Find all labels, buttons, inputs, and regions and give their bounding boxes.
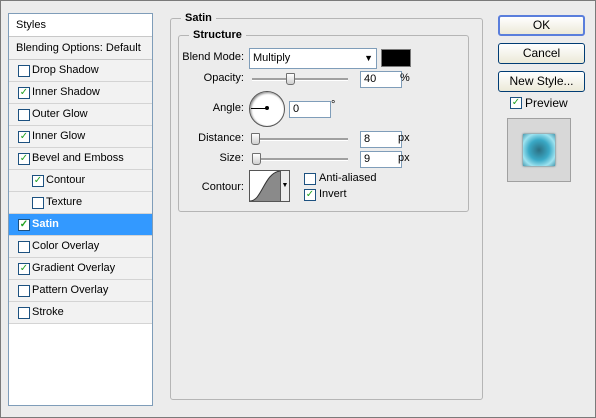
- style-item-contour[interactable]: ✓ Contour: [9, 170, 152, 192]
- style-preview: [507, 118, 571, 182]
- opacity-unit: %: [400, 72, 410, 84]
- style-item-checkbox[interactable]: [18, 241, 30, 253]
- style-item-gradient-overlay[interactable]: ✓ Gradient Overlay: [9, 258, 152, 280]
- blending-options-item[interactable]: Blending Options: Default: [9, 37, 152, 60]
- distance-label: Distance:: [198, 132, 244, 144]
- contour-dropdown-arrow-icon[interactable]: ▼: [280, 170, 290, 202]
- style-item-checkbox[interactable]: [18, 307, 30, 319]
- style-item-checkbox[interactable]: [32, 197, 44, 209]
- opacity-label: Opacity:: [203, 72, 244, 84]
- distance-slider-thumb[interactable]: [250, 133, 260, 145]
- ok-button[interactable]: OK: [498, 15, 585, 36]
- structure-group-title: Structure: [189, 29, 246, 41]
- satin-group-title: Satin: [181, 12, 216, 24]
- style-item-label: Bevel and Emboss: [32, 152, 124, 164]
- style-item-checkbox[interactable]: [18, 109, 30, 121]
- size-slider-track[interactable]: [252, 158, 348, 161]
- style-item-inner-glow[interactable]: ✓ Inner Glow: [9, 126, 152, 148]
- contour-curve-icon[interactable]: [249, 170, 281, 202]
- distance-unit: px: [398, 132, 410, 144]
- style-item-checkbox[interactable]: [18, 65, 30, 77]
- style-item-label: Texture: [46, 196, 83, 208]
- blend-mode-select[interactable]: Multiply ▼: [249, 48, 377, 69]
- preview-label: Preview: [525, 96, 568, 110]
- chevron-down-icon: ▼: [364, 53, 373, 63]
- new-style-button[interactable]: New Style...: [498, 71, 585, 92]
- cancel-button[interactable]: Cancel: [498, 43, 585, 64]
- style-item-label: Color Overlay: [32, 240, 100, 252]
- angle-center-dot: [265, 106, 269, 110]
- anti-aliased-checkbox[interactable]: [304, 173, 316, 185]
- angle-unit: °: [331, 99, 336, 111]
- distance-slider-track[interactable]: [252, 138, 348, 141]
- style-item-checkbox[interactable]: ✓: [18, 219, 30, 231]
- blend-color-swatch[interactable]: [381, 49, 411, 67]
- style-item-color-overlay[interactable]: Color Overlay: [9, 236, 152, 258]
- style-item-inner-shadow[interactable]: ✓ Inner Shadow: [9, 82, 152, 104]
- style-item-label: Pattern Overlay: [32, 284, 109, 296]
- styles-header[interactable]: Styles: [9, 14, 152, 37]
- style-item-checkbox[interactable]: ✓: [18, 263, 30, 275]
- style-item-label: Satin: [32, 218, 59, 230]
- style-item-bevel-and-emboss[interactable]: ✓ Bevel and Emboss: [9, 148, 152, 170]
- blend-mode-value: Multiply: [253, 52, 291, 64]
- style-item-stroke[interactable]: Stroke: [9, 302, 152, 324]
- style-item-checkbox[interactable]: [18, 285, 30, 297]
- style-item-label: Outer Glow: [32, 108, 88, 120]
- angle-dial[interactable]: [249, 91, 285, 127]
- styles-list: Styles Blending Options: Default Drop Sh…: [8, 13, 153, 406]
- angle-input[interactable]: 0: [289, 101, 331, 118]
- style-item-checkbox[interactable]: ✓: [18, 87, 30, 99]
- blend-mode-label: Blend Mode:: [182, 51, 244, 63]
- opacity-slider-track[interactable]: [252, 78, 348, 81]
- style-item-pattern-overlay[interactable]: Pattern Overlay: [9, 280, 152, 302]
- distance-input[interactable]: 8: [360, 131, 402, 148]
- style-item-label: Inner Glow: [32, 130, 86, 142]
- preview-swatch: [523, 134, 555, 166]
- style-item-satin[interactable]: ✓ Satin: [9, 214, 152, 236]
- style-item-checkbox[interactable]: ✓: [18, 153, 30, 165]
- style-item-label: Contour: [46, 174, 86, 186]
- style-item-label: Gradient Overlay: [32, 262, 116, 274]
- contour-label: Contour:: [201, 181, 244, 193]
- size-label: Size:: [219, 152, 244, 164]
- size-unit: px: [398, 152, 410, 164]
- style-item-texture[interactable]: Texture: [9, 192, 152, 214]
- angle-label: Angle:: [212, 102, 244, 114]
- style-item-label: Inner Shadow: [32, 86, 100, 98]
- style-item-checkbox[interactable]: ✓: [18, 131, 30, 143]
- size-input[interactable]: 9: [360, 151, 402, 168]
- style-item-checkbox[interactable]: ✓: [32, 175, 44, 187]
- style-item-label: Drop Shadow: [32, 64, 99, 76]
- invert-label: Invert: [319, 188, 347, 200]
- opacity-slider-thumb[interactable]: [286, 73, 296, 85]
- preview-checkbox[interactable]: ✓: [510, 97, 522, 109]
- style-item-drop-shadow[interactable]: Drop Shadow: [9, 60, 152, 82]
- size-slider-thumb[interactable]: [251, 153, 261, 165]
- invert-checkbox[interactable]: ✓: [304, 189, 316, 201]
- style-item-outer-glow[interactable]: Outer Glow: [9, 104, 152, 126]
- style-item-label: Stroke: [32, 306, 64, 318]
- opacity-input[interactable]: 40: [360, 71, 402, 88]
- anti-aliased-label: Anti-aliased: [319, 172, 377, 184]
